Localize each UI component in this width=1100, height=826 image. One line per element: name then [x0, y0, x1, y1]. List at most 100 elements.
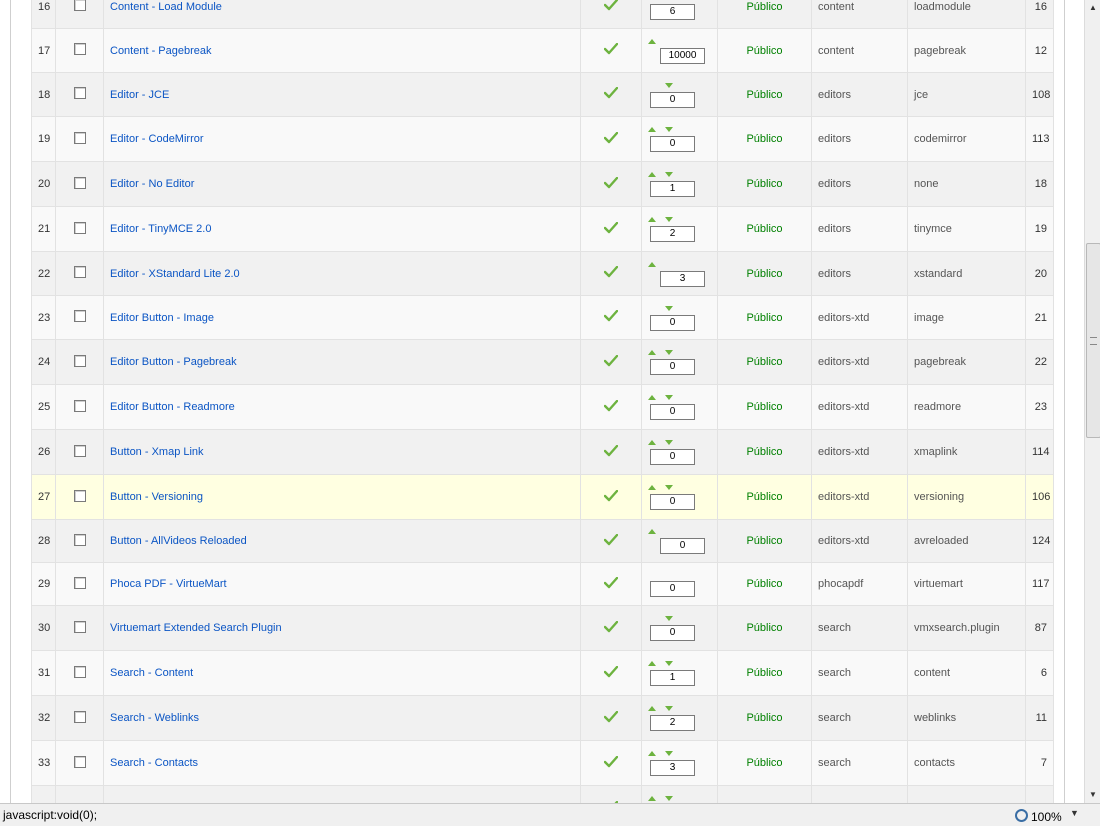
arrow-up-icon[interactable]: [648, 38, 656, 44]
plugin-name-link[interactable]: Search - Content: [110, 667, 193, 679]
order-input[interactable]: 1: [650, 181, 695, 197]
scrollbar-thumb[interactable]: [1086, 243, 1100, 438]
arrow-up-icon[interactable]: [648, 529, 656, 534]
plugin-name-link[interactable]: Button - Versioning: [110, 491, 203, 503]
row-checkbox[interactable]: [73, 354, 86, 367]
row-checkbox[interactable]: [73, 176, 86, 189]
arrow-down-icon[interactable]: [665, 616, 673, 621]
plugin-name-link[interactable]: Content - Load Module: [110, 1, 222, 13]
access-level[interactable]: Público: [717, 474, 812, 520]
arrow-down-icon[interactable]: [665, 82, 673, 88]
row-checkbox[interactable]: [73, 576, 86, 589]
order-input[interactable]: 0: [650, 625, 695, 641]
access-level[interactable]: Público: [717, 251, 812, 296]
check-icon[interactable]: [603, 710, 619, 726]
check-icon[interactable]: [603, 576, 619, 592]
zoom-dropdown-icon[interactable]: ▼: [1070, 808, 1079, 818]
check-icon[interactable]: [603, 86, 619, 102]
plugin-name-link[interactable]: Editor Button - Pagebreak: [110, 356, 237, 368]
arrow-down-icon[interactable]: [665, 217, 673, 222]
access-level[interactable]: Público: [717, 295, 812, 340]
access-level[interactable]: Público: [717, 384, 812, 430]
row-checkbox[interactable]: [73, 0, 86, 11]
access-level[interactable]: Público: [717, 161, 812, 207]
check-icon[interactable]: [603, 131, 619, 147]
row-checkbox[interactable]: [73, 710, 86, 723]
access-level[interactable]: Público: [717, 116, 812, 162]
row-checkbox[interactable]: [73, 43, 86, 55]
check-icon[interactable]: [603, 265, 619, 281]
check-icon[interactable]: [603, 399, 619, 415]
order-input[interactable]: 1: [650, 670, 695, 686]
check-icon[interactable]: [603, 620, 619, 636]
scroll-down-button[interactable]: ▼: [1085, 787, 1100, 803]
row-checkbox[interactable]: [73, 755, 86, 768]
plugin-name-link[interactable]: Editor - CodeMirror: [110, 133, 204, 145]
scroll-up-button[interactable]: ▲: [1085, 0, 1100, 16]
order-input[interactable]: 0: [650, 581, 695, 597]
arrow-down-icon[interactable]: [665, 661, 673, 666]
order-input[interactable]: 6: [650, 3, 695, 20]
vertical-scrollbar[interactable]: ▲ ▼: [1084, 0, 1100, 803]
order-input[interactable]: 0: [650, 91, 695, 108]
access-level[interactable]: Público: [717, 28, 812, 73]
arrow-up-icon[interactable]: [648, 127, 656, 132]
plugin-name-link[interactable]: Editor Button - Readmore: [110, 401, 235, 413]
arrow-down-icon[interactable]: [665, 305, 673, 311]
access-level[interactable]: Público: [717, 695, 812, 741]
row-checkbox[interactable]: [73, 221, 86, 234]
plugin-name-link[interactable]: Content - Pagebreak: [110, 45, 212, 57]
arrow-down-icon[interactable]: [665, 796, 673, 801]
row-checkbox[interactable]: [73, 444, 86, 457]
check-icon[interactable]: [603, 309, 619, 325]
plugin-name-link[interactable]: Button - Xmap Link: [110, 446, 204, 458]
row-checkbox[interactable]: [73, 620, 86, 633]
access-level[interactable]: Público: [717, 740, 812, 786]
plugin-name-link[interactable]: Button - AllVideos Reloaded: [110, 535, 247, 547]
order-input[interactable]: 3: [660, 270, 705, 287]
plugin-name-link[interactable]: Editor - TinyMCE 2.0: [110, 223, 211, 235]
order-input[interactable]: 0: [650, 449, 695, 465]
arrow-up-icon[interactable]: [648, 217, 656, 222]
access-level[interactable]: Público: [717, 72, 812, 117]
arrow-down-icon[interactable]: [665, 440, 673, 445]
arrow-up-icon[interactable]: [648, 395, 656, 400]
arrow-down-icon[interactable]: [665, 127, 673, 132]
check-icon[interactable]: [603, 489, 619, 505]
access-level[interactable]: Público: [717, 519, 812, 563]
access-level[interactable]: Público: [717, 605, 812, 651]
plugin-name-link[interactable]: Search - Contacts: [110, 757, 198, 769]
plugin-name-link[interactable]: Editor - No Editor: [110, 178, 194, 190]
row-checkbox[interactable]: [73, 489, 86, 502]
plugin-name-link[interactable]: Editor - XStandard Lite 2.0: [110, 268, 240, 280]
row-checkbox[interactable]: [73, 665, 86, 678]
arrow-down-icon[interactable]: [665, 751, 673, 756]
row-checkbox[interactable]: [73, 310, 86, 322]
check-icon[interactable]: [603, 221, 619, 237]
order-input[interactable]: 2: [650, 226, 695, 242]
check-icon[interactable]: [603, 755, 619, 771]
access-level[interactable]: Público: [717, 0, 812, 29]
row-checkbox[interactable]: [73, 266, 86, 278]
row-checkbox[interactable]: [73, 131, 86, 144]
access-level[interactable]: [717, 785, 812, 803]
access-level[interactable]: Público: [717, 429, 812, 475]
plugin-name-link[interactable]: Virtuemart Extended Search Plugin: [110, 622, 282, 634]
access-level[interactable]: Público: [717, 562, 812, 606]
order-input[interactable]: 3: [650, 760, 695, 776]
order-input[interactable]: 0: [650, 359, 695, 375]
order-input[interactable]: 0: [660, 538, 705, 554]
check-icon[interactable]: [603, 354, 619, 370]
plugin-name-link[interactable]: Phoca PDF - VirtueMart: [110, 578, 227, 590]
order-input[interactable]: 0: [650, 404, 695, 420]
arrow-up-icon[interactable]: [648, 485, 656, 490]
plugin-name-link[interactable]: Editor Button - Image: [110, 312, 214, 324]
row-checkbox[interactable]: [73, 87, 86, 99]
order-input[interactable]: 2: [650, 715, 695, 731]
row-checkbox[interactable]: [73, 399, 86, 412]
arrow-up-icon[interactable]: [648, 796, 656, 801]
plugin-name-link[interactable]: Editor - JCE: [110, 89, 169, 101]
arrow-down-icon[interactable]: [665, 395, 673, 400]
arrow-down-icon[interactable]: [665, 706, 673, 711]
row-checkbox[interactable]: [73, 533, 86, 546]
